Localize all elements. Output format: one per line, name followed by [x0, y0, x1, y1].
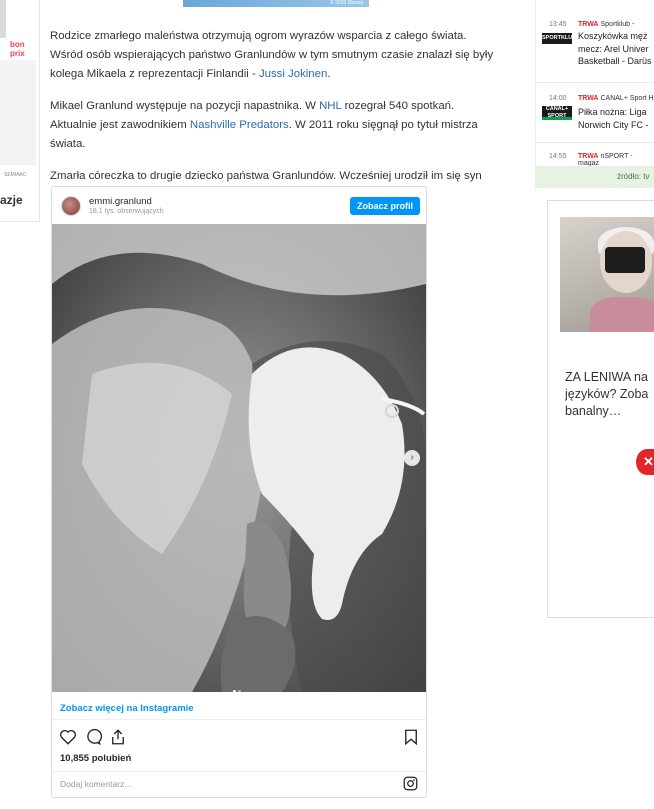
- instagram-username[interactable]: emmi.granlund: [89, 196, 152, 207]
- divider: [52, 719, 426, 720]
- follower-count: 18,1 tys. obserwujących: [89, 208, 164, 215]
- link-nashville-predators[interactable]: Nashville Predators: [190, 119, 289, 131]
- ad-text: ZA LENIWA na języków? Zoba banalny…: [565, 369, 654, 420]
- tv-title-line: Basketball - Darüs: [578, 56, 652, 66]
- left-ad-panel[interactable]: bon prix SEMIAAC azje: [0, 0, 40, 222]
- article-paragraph-1: Rodzice zmarłego maleństwa otrzymują ogr…: [50, 27, 498, 84]
- paragraph-text: Mikael Granlund występuje na pozycji nap…: [50, 100, 320, 112]
- tv-program-title: Koszykówka męż mecz: Arel Univer Basketbal…: [578, 30, 652, 68]
- instagram-header: emmi.granlund 18,1 tys. obserwujących Zo…: [52, 187, 426, 224]
- divider: [52, 771, 426, 772]
- brand-logo: bon prix: [10, 40, 32, 62]
- share-icon[interactable]: [109, 728, 127, 746]
- channel-logo: CANAL+ SPORT: [542, 106, 572, 120]
- paragraph-end: .: [327, 68, 331, 80]
- vr-headset: [605, 247, 645, 273]
- link-jussi-jokinen[interactable]: Jussi Jokinen: [259, 68, 327, 80]
- next-arrow-icon[interactable]: ›: [404, 450, 420, 466]
- comment-input[interactable]: Dodaj komentarz...: [60, 779, 131, 789]
- carousel-dots: [232, 680, 242, 692]
- top-image-strip: © 2020 Disney: [183, 0, 369, 7]
- divider: [536, 82, 654, 83]
- tv-title-line: mecz: Arel Univer: [578, 43, 649, 54]
- instagram-embed: emmi.granlund 18,1 tys. obserwujących Zo…: [51, 186, 427, 798]
- tv-title-line: Koszykówka męż: [578, 31, 648, 41]
- tv-live-text: TRWA: [578, 95, 599, 102]
- tv-channel: CANAL+ Sport H: [600, 95, 654, 102]
- tv-title-line: Piłka nożna: Liga: [578, 107, 647, 117]
- x-close-icon[interactable]: ✕: [636, 449, 654, 475]
- brand-logo-text: bon prix: [10, 40, 25, 58]
- avatar[interactable]: [61, 196, 81, 216]
- channel-logo: SPORTKLUB: [542, 33, 576, 44]
- tv-time: 13:45: [549, 21, 567, 28]
- ad-text-line: banalny…: [565, 404, 622, 418]
- photo-illustration: [52, 224, 426, 692]
- ad-image-body: [590, 297, 654, 332]
- tv-live-badge: TRWA Sportklub -: [578, 21, 634, 28]
- tv-source-text: źródło: tv: [617, 172, 650, 181]
- tv-channel: Sportklub -: [600, 21, 635, 28]
- article-paragraph-2: Mikael Granlund występuje na pozycji nap…: [50, 97, 498, 154]
- heart-icon[interactable]: [59, 728, 77, 746]
- view-profile-button[interactable]: Zobacz profil: [350, 197, 420, 215]
- bookmark-icon[interactable]: [402, 728, 420, 746]
- ad-text-line: języków? Zoba: [565, 387, 649, 401]
- image-caption: © 2020 Disney: [330, 0, 363, 6]
- tv-source-bar[interactable]: źródło: tv: [535, 166, 654, 188]
- instagram-glyph-icon[interactable]: [403, 776, 418, 791]
- tv-title-line: Norwich City FC -: [578, 119, 649, 130]
- left-ad-image: [0, 60, 36, 165]
- tv-live-badge: TRWA CANAL+ Sport H: [578, 95, 654, 102]
- left-ad-word: azje: [0, 193, 23, 207]
- link-nhl[interactable]: NHL: [319, 100, 341, 112]
- view-more-on-instagram-link[interactable]: Zobacz więcej na Instagramie: [60, 703, 194, 714]
- ad-text-line: ZA LENIWA na: [565, 370, 648, 384]
- tv-live-text: TRWA: [578, 21, 599, 28]
- left-ad-bar: [0, 0, 6, 38]
- carousel-dot-active: [233, 690, 236, 692]
- carousel-dot: [238, 690, 241, 692]
- instagram-actions: [59, 728, 419, 746]
- tv-time: 14:55: [549, 153, 567, 160]
- divider: [536, 142, 654, 143]
- tv-time: 14:00: [549, 95, 567, 102]
- comment-icon[interactable]: [84, 728, 102, 746]
- instagram-photo[interactable]: ›: [52, 224, 426, 692]
- tv-program-title: Piłka nożna: Liga Norwich City FC -: [578, 106, 649, 131]
- tv-live-text: TRWA: [578, 153, 599, 160]
- tv-listing: 13:45 TRWA Sportklub - SPORTKLUB Koszyków…: [535, 0, 654, 190]
- left-ad-caption: SEMIAAC: [4, 172, 27, 178]
- ad-image: [560, 217, 654, 332]
- right-ad-panel[interactable]: ZA LENIWA na języków? Zoba banalny… ✕: [547, 200, 654, 618]
- like-count: 10,855 polubień: [60, 753, 132, 764]
- tv-live-badge: TRWA nSPORT - magaz: [578, 153, 654, 167]
